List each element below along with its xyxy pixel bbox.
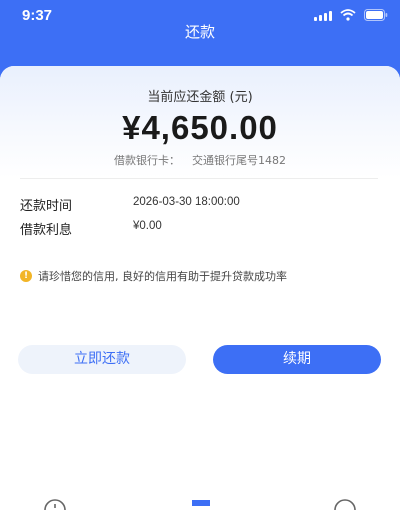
- bank-card-info: 借款银行卡： 交通银行尾号1482: [0, 152, 400, 168]
- bank-label: 借款银行卡：: [114, 154, 180, 167]
- info-icon[interactable]: [43, 498, 67, 510]
- credit-tip-text: 请珍惜您的信用, 良好的信用有助于提升贷款成功率: [38, 270, 287, 283]
- tab-bar: [0, 494, 400, 510]
- user-icon[interactable]: [333, 498, 357, 510]
- interest-label: 借款利息: [20, 223, 73, 238]
- status-icons: [314, 9, 388, 21]
- home-icon[interactable]: [191, 500, 211, 506]
- divider: [20, 178, 378, 179]
- repay-time-label: 还款时间: [20, 199, 73, 214]
- amount-label: 当前应还金额 (元): [147, 90, 253, 105]
- interest-value: ¥0.00: [133, 220, 162, 232]
- page-title: 还款: [184, 23, 215, 41]
- credit-tip: ! 请珍惜您的信用, 良好的信用有助于提升贷款成功率: [20, 268, 390, 284]
- wifi-icon: [340, 9, 356, 21]
- bank-value: 交通银行尾号1482: [192, 154, 286, 167]
- extend-button[interactable]: 续期: [213, 345, 381, 374]
- repayment-card: 当前应还金额 (元) ¥4,650.00 借款银行卡： 交通银行尾号1482 还款…: [0, 66, 400, 506]
- warning-icon: !: [20, 270, 32, 282]
- amount-value: ¥4,650.00: [122, 109, 278, 146]
- battery-icon: [364, 9, 388, 21]
- repay-time-value: 2026-03-30 18:00:00: [133, 196, 240, 208]
- pay-now-button[interactable]: 立即还款: [18, 345, 186, 374]
- signal-icon: [314, 10, 332, 21]
- amount-summary: 当前应还金额 (元) ¥4,650.00 借款银行卡： 交通银行尾号1482: [0, 66, 400, 178]
